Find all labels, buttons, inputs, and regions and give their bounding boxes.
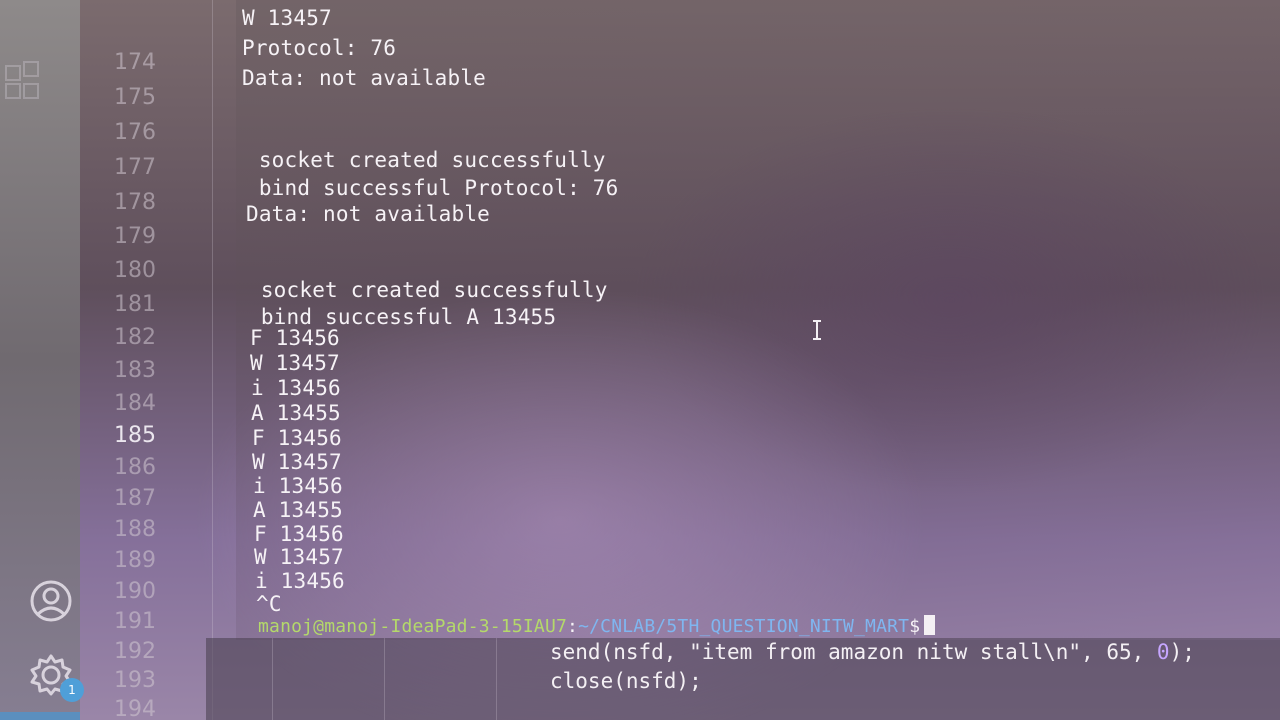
terminal-output-line: F 13456 <box>254 522 344 546</box>
terminal-output-line: A 13455 <box>253 498 343 522</box>
terminal-output-line: A 13455 <box>251 401 341 425</box>
line-number: 190 <box>114 579 156 604</box>
line-number: 191 <box>114 609 156 634</box>
line-number: 192 <box>114 639 156 664</box>
settings-badge: 1 <box>60 678 84 702</box>
explorer-icon[interactable] <box>2 58 48 104</box>
terminal-output-line: i 13456 <box>255 569 345 593</box>
prompt-user-host: manoj@manoj-IdeaPad-3-15IAU7 <box>258 616 568 637</box>
prompt-path: ~/CNLAB/5TH_QUESTION_NITW_MART <box>578 616 910 637</box>
terminal-output-line: ^C <box>256 592 282 616</box>
indent-guide <box>384 638 385 720</box>
line-number: 174 <box>114 50 156 75</box>
prompt-symbol: $ <box>909 616 921 637</box>
code-line-send[interactable]: send(nsfd, "item from amazon nitw stall\… <box>550 640 1195 664</box>
line-number: 176 <box>114 120 156 145</box>
line-number: 188 <box>114 517 156 542</box>
terminal-output-line: W 13457 <box>254 545 344 569</box>
code-line-close[interactable]: close(nsfd); <box>550 669 702 693</box>
code-punct: , <box>1131 640 1157 664</box>
code-number: 65 <box>1106 640 1132 664</box>
indent-guide <box>272 638 273 720</box>
line-number: 181 <box>114 292 156 317</box>
indent-guide <box>212 0 213 720</box>
code-function: send <box>550 640 601 664</box>
line-number: 183 <box>114 358 156 383</box>
line-number: 193 <box>114 668 156 693</box>
indent-guide <box>496 638 497 720</box>
terminal-output-line: F 13456 <box>250 326 340 350</box>
activity-bar: 1 <box>0 0 84 720</box>
terminal-output-line: W 13457 <box>252 450 342 474</box>
line-number: 179 <box>114 224 156 249</box>
line-number: 178 <box>114 190 156 215</box>
terminal-output-line: W 13457 <box>250 351 340 375</box>
line-number: 184 <box>114 391 156 416</box>
terminal-output-line: bind successful Protocol: 76 <box>246 176 619 200</box>
terminal-output-line: Protocol: 76 <box>242 36 397 60</box>
line-number: 187 <box>114 486 156 511</box>
ibeam-cursor-icon <box>813 320 821 340</box>
line-number: 194 <box>114 697 156 720</box>
line-number: 180 <box>114 258 156 283</box>
account-icon[interactable] <box>28 578 74 624</box>
terminal-output-line: i 13456 <box>253 474 343 498</box>
current-line-number: 185 <box>114 423 156 448</box>
active-indicator <box>0 712 80 720</box>
terminal-output-line: socket created successfully <box>246 148 606 172</box>
terminal-output-line: F 13456 <box>252 426 342 450</box>
terminal-cursor <box>924 615 936 635</box>
terminal-output-line: socket created successfully <box>248 278 608 302</box>
code-number: 0 <box>1156 640 1170 664</box>
code-punct: ); <box>1169 640 1195 664</box>
terminal-output-line: Data: not available <box>242 66 487 90</box>
line-number-gutter: 174 175 176 177 178 179 180 181 182 183 … <box>96 0 206 720</box>
prompt-separator: : <box>567 616 579 637</box>
terminal-prompt[interactable]: manoj@manoj-IdeaPad-3-15IAU7:~/CNLAB/5TH… <box>258 615 936 637</box>
terminal-output-line: i 13456 <box>251 376 341 400</box>
code-args: (nsfd, "item from amazon nitw stall\n", <box>600 640 1107 664</box>
terminal-output-line: W 13457 <box>242 6 332 30</box>
line-number: 177 <box>114 155 156 180</box>
line-number: 182 <box>114 325 156 350</box>
line-number: 186 <box>114 455 156 480</box>
line-number: 189 <box>114 548 156 573</box>
line-number: 175 <box>114 85 156 110</box>
terminal-output-line: Data: not available <box>246 202 491 226</box>
